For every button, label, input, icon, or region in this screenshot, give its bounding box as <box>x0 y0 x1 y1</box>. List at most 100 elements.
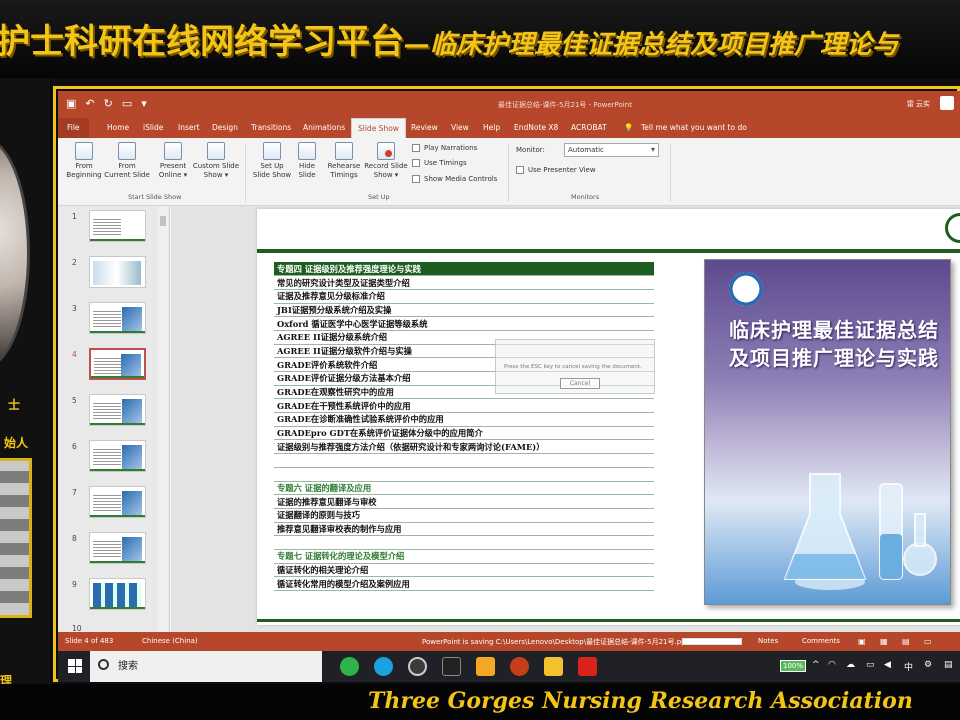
set-up-slide-show-button[interactable]: Set Up Slide Show <box>250 142 294 180</box>
outline-cell: 专题四 证据级别及推荐强度理论与实践 <box>274 262 654 277</box>
tray-expand-icon[interactable]: ^ <box>812 660 820 670</box>
tab-insert[interactable]: Insert <box>178 118 200 138</box>
tab-animations[interactable]: Animations <box>303 118 345 138</box>
notification-icon[interactable]: ▤ <box>944 660 953 670</box>
tab-home[interactable]: Home <box>107 118 129 138</box>
powerpoint-taskbar-icon[interactable] <box>510 657 529 676</box>
tell-me-search[interactable]: Tell me what you want to do <box>641 118 747 138</box>
thumbnail-footer-bar <box>90 515 145 517</box>
media-player-icon[interactable] <box>442 657 461 676</box>
redo-icon[interactable]: ↻ <box>104 97 113 110</box>
tab-design[interactable]: Design <box>212 118 238 138</box>
slide-sorter-icon[interactable]: ▦ <box>880 637 888 646</box>
slideshow-icon[interactable]: ▭ <box>122 97 132 110</box>
tab-slide-show[interactable]: Slide Show <box>351 118 406 138</box>
thumbnail-text <box>93 309 121 327</box>
outline-row: Oxford 循证医学中心医学证据等级系统 <box>274 316 654 331</box>
rehearse-timings-button[interactable]: Rehearse Timings <box>324 142 364 180</box>
thumbnail-number: 5 <box>72 396 77 405</box>
outline-row <box>274 467 654 482</box>
tab-help[interactable]: Help <box>483 118 500 138</box>
notes-button[interactable]: Notes <box>758 637 778 645</box>
slide-thumbnail-4[interactable] <box>89 348 146 380</box>
thumbnail-footer-bar <box>90 469 145 471</box>
custom-slide-show-button[interactable]: Custom Slide Show ▾ <box>192 142 240 180</box>
acrobat-icon[interactable] <box>578 657 597 676</box>
user-avatar[interactable] <box>940 96 954 110</box>
slideshow-view-icon[interactable]: ▭ <box>924 637 932 646</box>
slide-thumbnail-6[interactable] <box>89 440 146 472</box>
browser-icon[interactable] <box>374 657 393 676</box>
play-narrations-checkbox[interactable]: Play Narrations <box>412 144 477 152</box>
cloud-icon[interactable]: ☁ <box>846 660 855 670</box>
monitor-dropdown[interactable]: Automatic <box>564 143 659 157</box>
wechat-icon[interactable] <box>340 657 359 676</box>
network-icon[interactable]: ▭ <box>866 660 875 670</box>
present-online-button[interactable]: Present Online ▾ <box>156 142 190 180</box>
user-name[interactable]: 雷 云实 <box>907 99 930 109</box>
language-indicator[interactable]: Chinese (China) <box>142 637 198 645</box>
presenter-view-checkbox[interactable]: Use Presenter View <box>516 166 596 174</box>
slide-thumbnail-3[interactable] <box>89 302 146 334</box>
slide-thumbnail-2[interactable] <box>89 256 146 288</box>
from-beginning-button[interactable]: From Beginning <box>64 142 104 180</box>
thumbnail-text <box>93 401 121 419</box>
tab-acrobat[interactable]: ACROBAT <box>571 118 607 138</box>
thumbnail-number: 7 <box>72 488 77 497</box>
tab-islide[interactable]: iSlide <box>143 118 163 138</box>
camera-app-icon[interactable] <box>408 657 427 676</box>
store-icon[interactable] <box>476 657 495 676</box>
outline-cell: 专题六 证据的翻译及应用 <box>274 481 654 496</box>
current-slide[interactable]: 专题四 证据级别及推荐强度理论与实践 常见的研究设计类型及证据类型介绍 证据及推荐意… <box>257 209 960 625</box>
slide-thumbnail-8[interactable] <box>89 532 146 564</box>
presenter-strip: 士 始人 理 <box>0 78 50 686</box>
thumbnail-footer-bar <box>90 331 145 333</box>
thumbnail-scrollbar[interactable] <box>158 206 168 632</box>
outline-row: 证据翻译的原则与技巧 <box>274 508 654 523</box>
windows-start-icon[interactable] <box>68 659 82 673</box>
slide-thumbnail-1[interactable] <box>89 210 146 242</box>
record-slide-show-button[interactable]: Record Slide Show ▾ <box>362 142 410 180</box>
reading-view-icon[interactable]: ▤ <box>902 637 910 646</box>
settings-gear-icon[interactable]: ⚙ <box>924 660 932 670</box>
thumbnail-footer-bar <box>90 423 145 425</box>
slide-thumbnail-7[interactable] <box>89 486 146 518</box>
play-from-start-icon <box>75 142 93 160</box>
scrollbar-thumb[interactable] <box>160 216 166 226</box>
tab-file[interactable]: File <box>58 118 89 138</box>
association-name: Three Gorges Nursing Research Associatio… <box>368 688 913 714</box>
slide-thumbnail-9[interactable] <box>89 578 146 610</box>
slide-thumbnail-5[interactable] <box>89 394 146 426</box>
tab-view[interactable]: View <box>451 118 469 138</box>
outline-cell: 证据的推荐意见翻译与审校 <box>274 494 654 509</box>
hide-slide-label-2: Slide <box>298 171 316 179</box>
taskbar-search-box[interactable]: 搜索 <box>90 651 322 682</box>
windows-taskbar: 搜索 100% ^ ◠ ☁ ▭ ◀ 中 ⚙ ▤ <box>58 651 960 682</box>
outline-row: 证据及推荐意见分级标准介绍 <box>274 289 654 304</box>
volume-icon[interactable]: ◀ <box>884 660 891 670</box>
file-explorer-icon[interactable] <box>544 657 563 676</box>
ribbon-separator <box>670 144 671 202</box>
tab-transitions[interactable]: Transitions <box>251 118 291 138</box>
group-monitors: Monitors <box>571 193 600 201</box>
tab-review[interactable]: Review <box>411 118 438 138</box>
qat-more-icon[interactable]: ▾ <box>141 97 147 110</box>
normal-view-icon[interactable]: ▣ <box>858 637 866 646</box>
use-timings-checkbox[interactable]: Use Timings <box>412 159 467 167</box>
checkbox-icon <box>412 144 420 152</box>
save-icon[interactable]: ▣ <box>66 97 76 110</box>
use-timings-label: Use Timings <box>424 159 467 167</box>
battery-indicator[interactable]: 100% <box>780 660 806 672</box>
input-method-indicator[interactable]: 中 <box>904 660 913 673</box>
comments-button[interactable]: Comments <box>802 637 840 645</box>
from-current-button[interactable]: From Current Slide <box>104 142 150 180</box>
ribbon-slide-show: From Beginning From Current Slide Presen… <box>58 138 960 206</box>
hide-slide-button[interactable]: Hide Slide <box>294 142 320 180</box>
wifi-icon[interactable]: ◠ <box>828 660 836 670</box>
show-media-controls-checkbox[interactable]: Show Media Controls <box>412 175 497 183</box>
outline-row: 常见的研究设计类型及证据类型介绍 <box>274 275 654 290</box>
tab-endnote[interactable]: EndNote X8 <box>514 118 558 138</box>
cancel-save-button[interactable]: Cancel <box>560 378 600 389</box>
undo-icon[interactable]: ↶ <box>85 97 94 110</box>
saving-dialog-message: Press the ESC key to cancel saving the d… <box>504 364 642 370</box>
